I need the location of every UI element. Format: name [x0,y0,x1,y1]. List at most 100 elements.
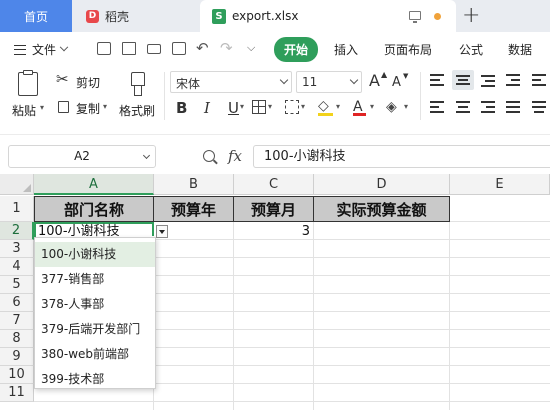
tab-docer[interactable]: D 稻壳 [72,0,198,32]
tab-data[interactable]: 数据 [508,41,532,58]
row-header-3[interactable]: 3 [0,240,34,258]
justify-button[interactable] [506,99,522,115]
dropdown-option[interactable]: 377-销售部 [35,267,155,292]
align-line [532,79,541,81]
tab-formulas[interactable]: 公式 [459,41,483,58]
align-line [430,74,444,76]
align-line [456,75,470,77]
cell-style-icon[interactable] [285,100,299,114]
redo-icon[interactable]: ↷ [220,39,233,57]
font-size-select[interactable]: 11 [296,71,362,93]
row-header-9[interactable]: 9 [0,348,34,366]
indent-button[interactable] [506,72,522,88]
row-header-11[interactable]: 11 [0,384,34,402]
copy-button[interactable]: 复制 ▾ [56,98,114,118]
increase-arrow-icon: ▲ [381,70,388,79]
align-center-button[interactable] [456,99,472,115]
italic-button[interactable]: I [204,99,210,117]
format-painter-button[interactable]: 格式刷 [119,70,159,122]
decrease-font-size-button[interactable]: A [392,74,401,92]
monitor-icon[interactable] [409,11,421,23]
header-cell-d1[interactable]: 实际预算金额 [314,196,450,222]
header-cell-c1[interactable]: 预算月 [234,196,314,222]
eraser-icon[interactable]: ◈ [386,99,397,115]
font-name-select[interactable]: 宋体 [170,71,292,93]
distributed-align-button[interactable] [532,99,548,115]
cell-c2[interactable]: 3 [234,223,312,241]
increase-font-size-button[interactable]: A [369,72,380,90]
paste-dropdown-icon: ▾ [40,103,45,112]
row-header-8[interactable]: 8 [0,330,34,348]
fill-color-dropdown-icon[interactable]: ▾ [336,102,340,111]
dropdown-option[interactable]: 399-技术部 [35,367,155,392]
dropdown-option[interactable]: 100-小谢科技 [35,242,155,267]
align-right-button[interactable] [481,99,497,115]
export-icon[interactable] [122,42,136,55]
name-box-value: A2 [74,149,90,163]
tab-export-file[interactable]: S export.xlsx [200,0,456,32]
ribbon-divider [164,72,165,120]
dropdown-option[interactable]: 380-web前端部 [35,342,155,367]
row-header-10[interactable]: 10 [0,366,34,384]
row-header-6[interactable]: 6 [0,294,34,312]
column-header-a[interactable]: A [34,174,154,195]
print-preview-icon[interactable] [172,42,186,55]
formula-input[interactable]: 100-小谢科技 [253,145,550,168]
column-header-b[interactable]: B [154,174,234,195]
save-icon[interactable] [97,42,111,55]
borders-icon[interactable] [252,100,266,114]
tab-file-label: export.xlsx [232,9,299,23]
column-header-d[interactable]: D [314,174,450,195]
fill-color-icon[interactable]: ◇ [318,98,329,114]
align-bottom-button[interactable] [481,72,497,88]
cell-style-dropdown-icon[interactable]: ▾ [301,102,305,111]
row-header-7[interactable]: 7 [0,312,34,330]
chevron-down-icon [349,75,359,85]
validation-dropdown-button[interactable] [156,225,168,238]
print-icon[interactable] [147,44,161,54]
tab-page-layout[interactable]: 页面布局 [384,41,432,58]
tab-home[interactable]: 首页 [0,0,72,32]
wrap-text-button[interactable] [532,72,548,88]
row-header-5[interactable]: 5 [0,276,34,294]
align-line [532,101,546,103]
borders-dropdown-icon[interactable]: ▾ [268,102,272,111]
formula-bar: A2 fx 100-小谢科技 [0,134,550,174]
clipboard-clip-icon [23,70,33,75]
copy-label: 复制 [76,102,101,116]
zoom-icon[interactable] [203,150,215,162]
clear-dropdown-icon[interactable]: ▾ [404,102,408,111]
align-line [456,111,470,113]
align-line [481,101,495,103]
file-menu-button[interactable]: 文件 [14,41,69,58]
row-header-4[interactable]: 4 [0,258,34,276]
align-line [430,84,444,86]
cut-button[interactable]: ✂ 剪切 [56,70,106,92]
font-color-dropdown-icon[interactable]: ▾ [370,102,374,111]
gridline [313,196,314,410]
align-middle-button[interactable] [452,70,474,90]
new-tab-plus-icon[interactable]: + [462,3,480,28]
tab-insert[interactable]: 插入 [334,41,358,58]
dropdown-option[interactable]: 378-人事部 [35,292,155,317]
tab-home-label: 首页 [23,9,48,24]
select-all-corner[interactable] [0,174,34,195]
column-header-e[interactable]: E [450,174,550,195]
insert-function-icon[interactable]: fx [228,147,242,165]
underline-button[interactable]: U [228,99,239,117]
row-header-1[interactable]: 1 [0,196,34,222]
header-cell-a1[interactable]: 部门名称 [34,196,154,222]
column-header-c[interactable]: C [234,174,314,195]
undo-icon[interactable]: ↶ [196,39,209,57]
row-header-2[interactable]: 2 [0,222,34,240]
align-top-button[interactable] [430,72,446,88]
tab-start[interactable]: 开始 [274,37,319,62]
paste-button[interactable]: 粘贴 ▾ [12,70,46,122]
underline-dropdown-icon[interactable]: ▾ [240,102,244,111]
name-box[interactable]: A2 [8,145,156,168]
dropdown-option[interactable]: 379-后端开发部门 [35,317,155,342]
bold-button[interactable]: B [176,99,187,117]
more-quick-access-icon[interactable]: ⌵ [247,41,255,55]
align-left-button[interactable] [430,99,446,115]
header-cell-b1[interactable]: 预算年 [154,196,234,222]
